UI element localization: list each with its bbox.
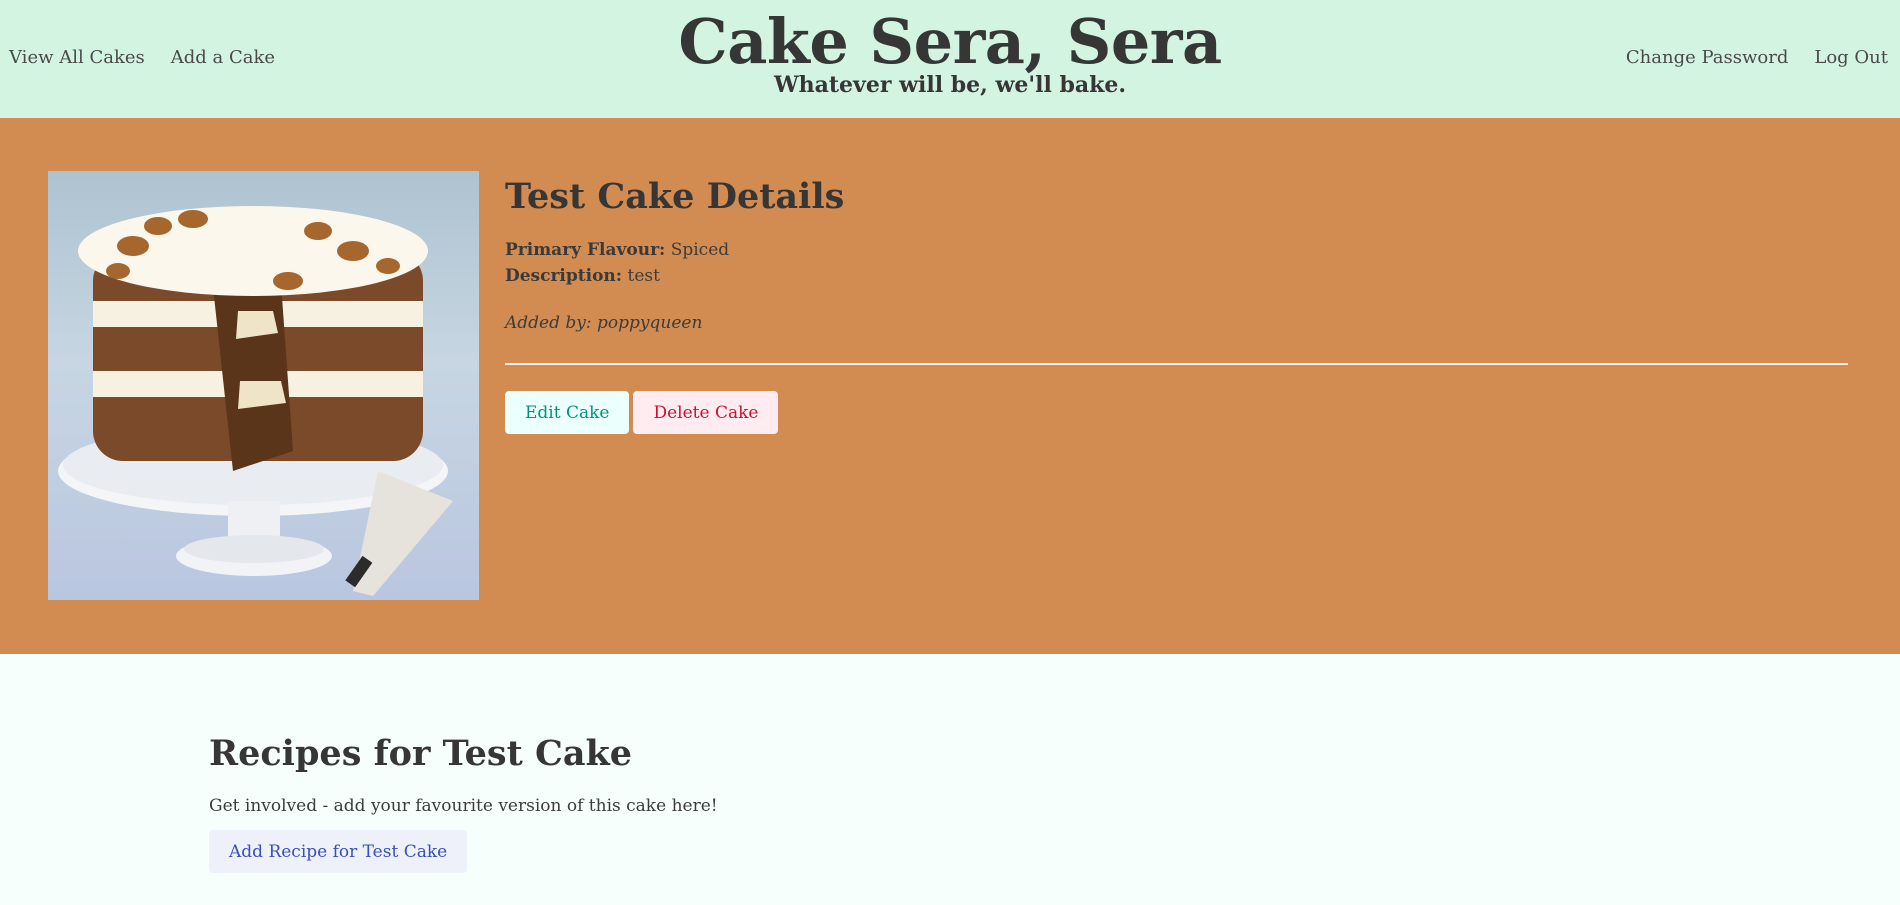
nav-change-password[interactable]: Change Password	[1626, 47, 1788, 68]
recipes-section: Recipes for Test Cake Get involved - add…	[0, 654, 1900, 905]
site-title: Cake Sera, Sera	[678, 5, 1222, 78]
cake-photo	[48, 171, 479, 600]
add-recipe-button[interactable]: Add Recipe for Test Cake	[209, 830, 468, 873]
recipes-prompt: Get involved - add your favourite versio…	[209, 796, 718, 816]
cake-details-section: Test Cake Details Primary Flavour: Spice…	[0, 118, 1900, 654]
description-value: test	[627, 266, 660, 286]
edit-cake-button[interactable]: Edit Cake	[505, 391, 630, 434]
description-label: Description:	[505, 266, 623, 286]
flavour-label: Primary Flavour:	[505, 240, 666, 260]
recipes-heading: Recipes for Test Cake	[209, 733, 633, 774]
site-subtitle: Whatever will be, we'll bake.	[773, 72, 1127, 98]
nav-right: Change Password Log Out	[1626, 47, 1888, 68]
delete-cake-button[interactable]: Delete Cake	[633, 391, 779, 434]
recipes-content: Recipes for Test Cake Get involved - add…	[209, 730, 718, 873]
cake-info: Primary Flavour: Spiced Description: tes…	[505, 237, 1848, 289]
cake-details: Test Cake Details Primary Flavour: Spice…	[505, 171, 1848, 434]
cake-details-heading: Test Cake Details	[505, 176, 845, 217]
site-header: View All Cakes Add a Cake Cake Sera, Ser…	[0, 0, 1900, 118]
description-row: Description: test	[505, 263, 1848, 289]
brand: Cake Sera, Sera Whatever will be, we'll …	[0, 5, 1900, 99]
divider	[505, 363, 1848, 365]
flavour-row: Primary Flavour: Spiced	[505, 237, 1848, 263]
cake-actions: Edit Cake Delete Cake	[505, 391, 1848, 434]
added-by: Added by: poppyqueen	[505, 313, 703, 333]
nav-log-out[interactable]: Log Out	[1814, 47, 1888, 68]
flavour-value: Spiced	[670, 240, 730, 260]
